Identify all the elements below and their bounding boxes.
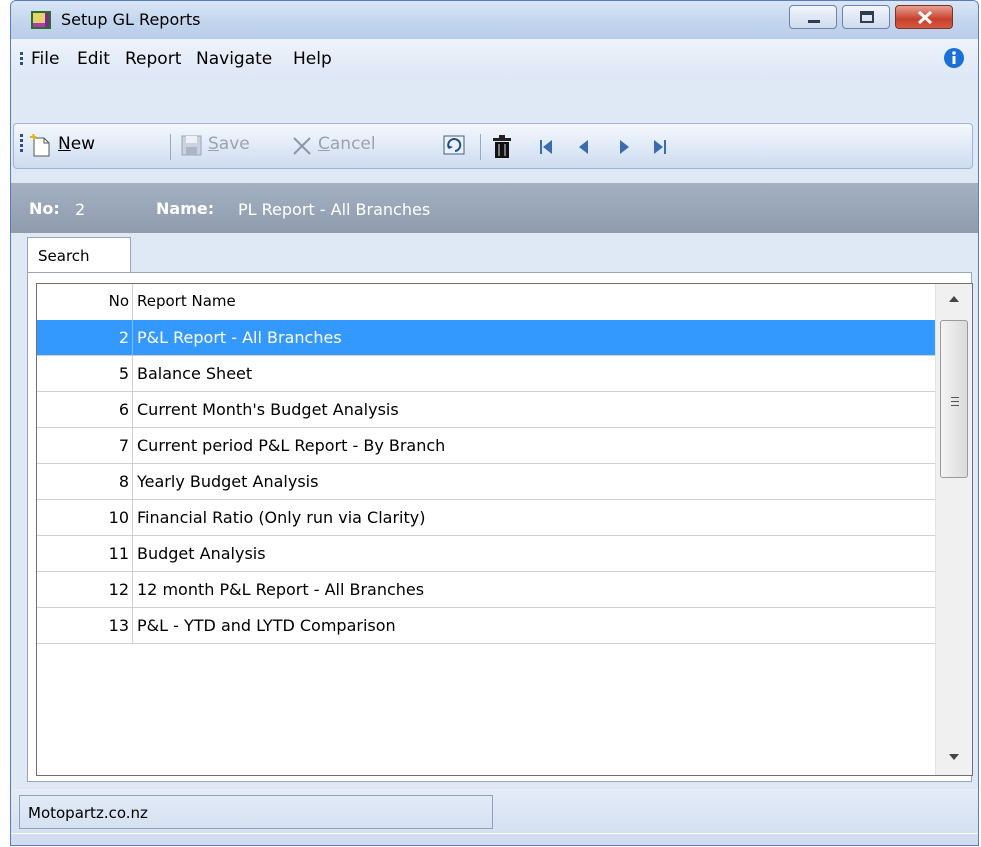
save-label: ave bbox=[218, 134, 250, 154]
last-record-icon[interactable] bbox=[650, 137, 670, 157]
report-grid[interactable]: No Report Name 2 P&L Report - All Branch… bbox=[36, 283, 973, 776]
row-report-name: Yearly Budget Analysis bbox=[137, 472, 319, 491]
menu-help[interactable]: Help bbox=[293, 49, 332, 69]
toolbar: New Save Cancel bbox=[13, 123, 973, 169]
vertical-scrollbar[interactable] bbox=[935, 284, 972, 775]
status-text: Motopartz.co.nz bbox=[28, 804, 148, 822]
minimize-icon bbox=[808, 20, 820, 23]
row-report-name: Current Month's Budget Analysis bbox=[137, 400, 399, 419]
row-report-name: P&L Report - All Branches bbox=[137, 328, 342, 347]
save-hotkey: S bbox=[208, 134, 219, 154]
close-icon bbox=[917, 10, 933, 25]
new-document-icon bbox=[30, 134, 50, 157]
refresh-icon[interactable] bbox=[442, 134, 468, 158]
row-report-name: Budget Analysis bbox=[137, 544, 266, 563]
table-row[interactable]: 13 P&L - YTD and LYTD Comparison bbox=[37, 608, 935, 644]
status-panel: Motopartz.co.nz bbox=[19, 795, 493, 829]
row-report-name: Balance Sheet bbox=[137, 364, 253, 383]
status-bar: Motopartz.co.nz bbox=[11, 789, 978, 845]
toolbar-grip[interactable] bbox=[20, 134, 23, 154]
window-title: Setup GL Reports bbox=[61, 10, 201, 29]
next-record-icon[interactable] bbox=[614, 137, 634, 157]
scrollbar-grip bbox=[951, 397, 959, 409]
column-header-no[interactable]: No bbox=[37, 292, 132, 310]
row-report-name: 12 month P&L Report - All Branches bbox=[137, 580, 425, 599]
row-no: 8 bbox=[118, 472, 129, 491]
menu-file[interactable]: File bbox=[31, 49, 59, 69]
scroll-down-icon[interactable] bbox=[946, 750, 962, 764]
setup-gl-reports-window: Setup GL Reports File Edit Report Naviga… bbox=[10, 0, 979, 846]
new-button[interactable]: New bbox=[58, 134, 95, 154]
row-no: 13 bbox=[108, 616, 129, 635]
row-no: 10 bbox=[108, 508, 129, 527]
row-no: 7 bbox=[118, 436, 129, 455]
table-row[interactable]: 8 Yearly Budget Analysis bbox=[37, 464, 935, 500]
record-no-label: No: bbox=[29, 199, 60, 218]
menu-edit[interactable]: Edit bbox=[77, 49, 110, 69]
scroll-up-icon[interactable] bbox=[946, 292, 962, 306]
cancel-label: ancel bbox=[329, 134, 376, 154]
info-icon[interactable] bbox=[943, 47, 965, 69]
table-row[interactable]: 7 Current period P&L Report - By Branch bbox=[37, 428, 935, 464]
cancel-icon bbox=[293, 137, 311, 155]
toolbar-separator bbox=[170, 134, 171, 160]
column-header-report-name[interactable]: Report Name bbox=[133, 292, 236, 310]
toolbar-separator-2 bbox=[480, 134, 481, 160]
menu-navigate[interactable]: Navigate bbox=[196, 49, 272, 69]
record-no-value: 2 bbox=[75, 200, 86, 219]
row-no: 12 bbox=[108, 580, 129, 599]
menu-grip[interactable] bbox=[20, 52, 23, 67]
scrollbar-thumb[interactable] bbox=[940, 320, 968, 478]
menu-report[interactable]: Report bbox=[125, 49, 181, 69]
row-no: 11 bbox=[108, 544, 129, 563]
table-row[interactable]: 2 P&L Report - All Branches bbox=[37, 320, 935, 356]
record-header: No: 2 Name: PL Report - All Branches bbox=[11, 183, 978, 233]
table-row[interactable]: 12 12 month P&L Report - All Branches bbox=[37, 572, 935, 608]
tab-strip: Search bbox=[11, 233, 978, 275]
previous-record-icon[interactable] bbox=[574, 137, 594, 157]
record-name-value: PL Report - All Branches bbox=[238, 200, 431, 219]
row-no: 5 bbox=[118, 364, 129, 383]
status-divider bbox=[11, 833, 978, 834]
save-button[interactable]: Save bbox=[208, 134, 250, 154]
maximize-button[interactable] bbox=[842, 5, 890, 29]
delete-icon[interactable] bbox=[490, 134, 514, 160]
search-panel: No Report Name 2 P&L Report - All Branch… bbox=[27, 272, 973, 782]
row-report-name: Current period P&L Report - By Branch bbox=[137, 436, 446, 455]
grid-header: No Report Name bbox=[37, 284, 935, 321]
record-name-label: Name: bbox=[156, 199, 215, 218]
table-row[interactable]: 10 Financial Ratio (Only run via Clarity… bbox=[37, 500, 935, 536]
new-hotkey: N bbox=[58, 134, 71, 154]
app-icon bbox=[31, 11, 51, 29]
title-bar[interactable]: Setup GL Reports bbox=[11, 1, 978, 39]
table-row[interactable]: 5 Balance Sheet bbox=[37, 356, 935, 392]
table-row[interactable]: 11 Budget Analysis bbox=[37, 536, 935, 572]
row-report-name: Financial Ratio (Only run via Clarity) bbox=[137, 508, 426, 527]
save-icon bbox=[181, 135, 202, 156]
cancel-button[interactable]: Cancel bbox=[318, 134, 376, 154]
row-no: 2 bbox=[118, 328, 129, 347]
cancel-hotkey: C bbox=[318, 134, 330, 154]
first-record-icon[interactable] bbox=[537, 137, 557, 157]
table-row[interactable]: 6 Current Month's Budget Analysis bbox=[37, 392, 935, 428]
maximize-icon bbox=[860, 11, 874, 23]
menu-bar: File Edit Report Navigate Help bbox=[11, 39, 978, 79]
row-no: 6 bbox=[118, 400, 129, 419]
minimize-button[interactable] bbox=[789, 5, 837, 29]
new-label: ew bbox=[70, 134, 96, 154]
tab-search[interactable]: Search bbox=[27, 237, 131, 275]
close-button[interactable] bbox=[895, 5, 953, 29]
row-report-name: P&L - YTD and LYTD Comparison bbox=[137, 616, 396, 635]
